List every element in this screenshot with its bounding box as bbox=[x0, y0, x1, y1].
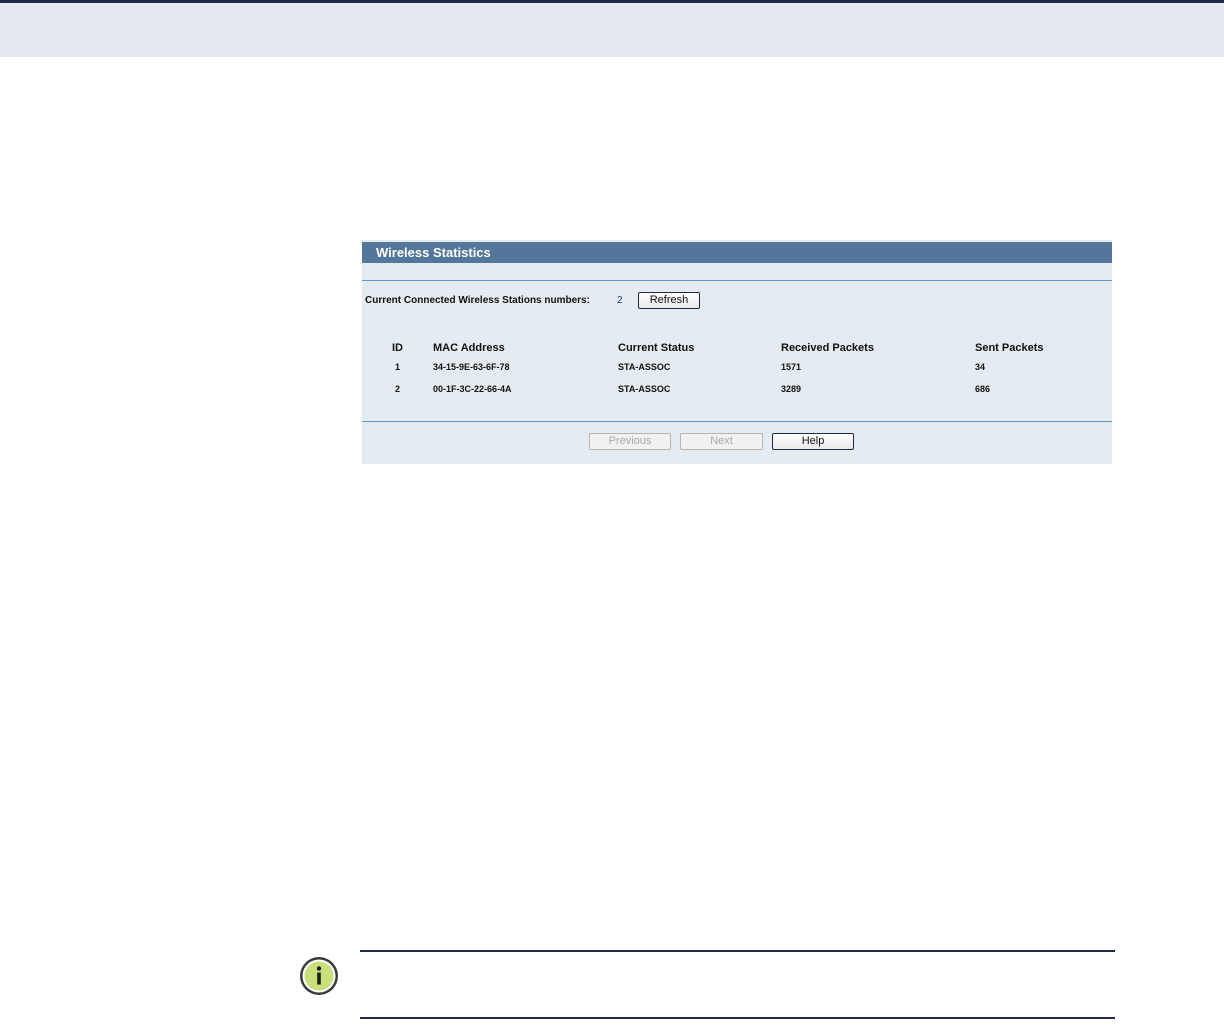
divider-bottom bbox=[362, 421, 1112, 422]
cell-sent-packets: 34 bbox=[975, 362, 986, 372]
previous-button[interactable]: Previous bbox=[589, 433, 671, 450]
divider-top bbox=[362, 280, 1112, 281]
cell-id: 1 bbox=[394, 362, 400, 372]
stations-count-value: 2 bbox=[617, 295, 623, 306]
cell-current-status: STA-ASSOC bbox=[618, 384, 671, 394]
help-button[interactable]: Help bbox=[772, 433, 854, 450]
cell-received-packets: 3289 bbox=[781, 384, 802, 394]
table-row: 2 00-1F-3C-22-66-4A STA-ASSOC 3289 686 bbox=[362, 378, 1112, 400]
wireless-statistics-panel: Wireless Statistics Current Connected Wi… bbox=[362, 240, 1112, 464]
table-row: 1 34-15-9E-63-6F-78 STA-ASSOC 1571 34 bbox=[362, 356, 1112, 378]
column-header-received-packets: Received Packets bbox=[781, 342, 874, 354]
column-header-current-status: Current Status bbox=[618, 342, 695, 354]
column-header-id: ID bbox=[392, 342, 403, 354]
cell-mac-address: 00-1F-3C-22-66-4A bbox=[433, 384, 512, 394]
panel-title-bar: Wireless Statistics bbox=[362, 242, 1112, 263]
note-rule-bottom bbox=[360, 1017, 1115, 1019]
cell-current-status: STA-ASSOC bbox=[618, 362, 671, 372]
cell-id: 2 bbox=[394, 384, 400, 394]
next-button[interactable]: Next bbox=[680, 433, 763, 450]
panel-title: Wireless Statistics bbox=[376, 245, 491, 260]
info-note-icon bbox=[298, 955, 340, 997]
column-header-mac-address: MAC Address bbox=[433, 342, 505, 354]
stations-count-label: Current Connected Wireless Stations numb… bbox=[365, 295, 590, 306]
wireless-stations-table: ID MAC Address Current Status Received P… bbox=[362, 340, 1112, 400]
note-rule-top bbox=[360, 950, 1115, 952]
refresh-button[interactable]: Refresh bbox=[638, 292, 700, 309]
cell-sent-packets: 686 bbox=[975, 384, 991, 394]
page-header-band bbox=[0, 0, 1224, 57]
cell-received-packets: 1571 bbox=[781, 362, 802, 372]
column-header-sent-packets: Sent Packets bbox=[975, 342, 1044, 354]
cell-mac-address: 34-15-9E-63-6F-78 bbox=[433, 362, 510, 372]
table-header-row: ID MAC Address Current Status Received P… bbox=[362, 340, 1112, 356]
